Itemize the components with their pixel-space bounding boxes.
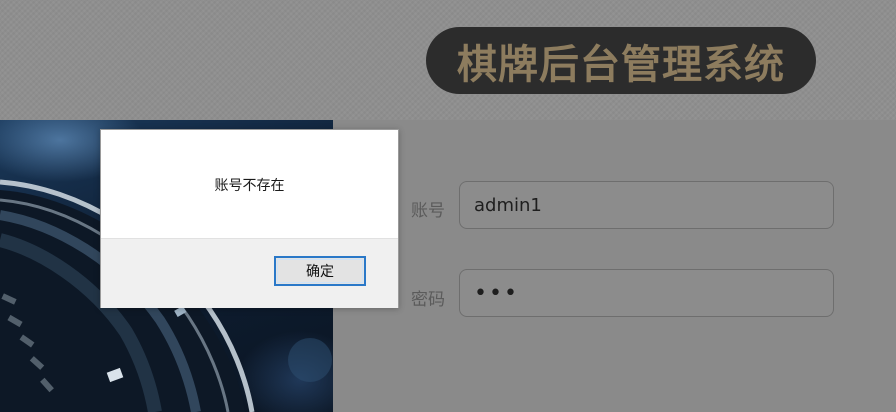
account-label: 账号: [411, 201, 445, 221]
login-form: [333, 120, 896, 412]
account-input-value: admin1: [474, 194, 542, 216]
account-input[interactable]: admin1: [459, 181, 834, 229]
alert-message: 账号不存在: [214, 178, 285, 194]
ok-button[interactable]: 确定: [274, 256, 366, 286]
password-input[interactable]: •••: [459, 269, 834, 317]
alert-dialog-footer: 确定: [101, 238, 398, 308]
password-mask: •••: [474, 280, 519, 306]
password-label: 密码: [411, 290, 445, 310]
page-title: 棋牌后台管理系统: [457, 41, 785, 88]
alert-dialog-body: 账号不存在: [101, 130, 398, 238]
alert-dialog: 账号不存在 确定: [100, 129, 399, 308]
page-header: 棋牌后台管理系统: [0, 0, 896, 120]
title-banner: 棋牌后台管理系统: [426, 27, 816, 94]
